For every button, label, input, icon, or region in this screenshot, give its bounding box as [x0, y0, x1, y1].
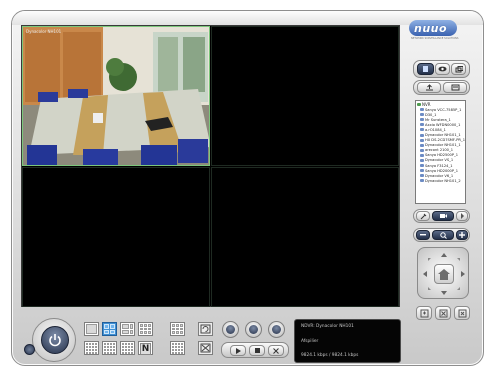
printer-icon [249, 325, 258, 334]
playback-bar [221, 342, 289, 358]
status-device: NDVR: Dynacolor NH101 [301, 324, 354, 329]
close-view-button[interactable] [198, 341, 213, 355]
record-dot-icon [226, 325, 235, 334]
camera-icon [420, 133, 424, 137]
stop-icon [254, 348, 260, 353]
video-cell-1[interactable]: Dynacolor NH101 [22, 26, 210, 166]
tree-item[interactable]: Dynacolor NH101_1 [420, 143, 465, 148]
camera-icon [420, 148, 424, 152]
magnifier-icon[interactable] [432, 230, 454, 240]
home-button[interactable] [434, 264, 454, 284]
layout-3x3-button[interactable] [138, 322, 153, 336]
home-icon [438, 268, 450, 280]
camera-icon [420, 138, 424, 142]
ptz-up-icon [441, 253, 447, 257]
camera-icon [420, 143, 424, 147]
camera-icon [420, 158, 424, 162]
record-icon[interactable] [432, 211, 454, 221]
print-button[interactable] [245, 321, 262, 338]
eye-icon[interactable] [435, 63, 450, 75]
play-icon [235, 347, 241, 354]
layout-2x2-button[interactable] [102, 322, 117, 336]
video-wall: Dynacolor NH101 [21, 25, 400, 307]
camera-icon [420, 123, 424, 127]
export-icon[interactable] [417, 82, 441, 93]
ptz-pad [417, 247, 469, 299]
minimize-button[interactable] [24, 344, 35, 355]
layout-4x4-button[interactable] [84, 341, 99, 355]
zoom-in-icon[interactable] [456, 230, 468, 240]
windows-icon[interactable] [451, 63, 466, 75]
camera-icon [420, 113, 424, 117]
camera-tree: NVR Sanyo VCC-7585P_1 D30_1 Mr Sunstera_… [415, 100, 466, 204]
import-icon[interactable] [443, 82, 467, 93]
zoom-out-icon[interactable] [416, 230, 430, 240]
video-cell-4[interactable] [211, 167, 399, 307]
tree-item[interactable]: Dynacolor NH101_2 [420, 178, 465, 183]
camera-icon [420, 153, 424, 157]
play-button[interactable] [230, 345, 246, 356]
camera-icon [420, 179, 424, 183]
close-view-icon [200, 343, 211, 353]
status-bitrate: 9824.1 kbps / 9824.1 kbps [301, 353, 359, 358]
wrench-icon[interactable] [416, 211, 430, 221]
ptz-right-icon [461, 271, 465, 277]
layout-6x6-button[interactable] [120, 341, 135, 355]
io-bar [413, 80, 470, 95]
server-icon [417, 103, 421, 106]
camera-feed-image [23, 27, 209, 165]
preset-2-button[interactable] [435, 306, 451, 320]
camera-icon [420, 128, 424, 132]
tree-item[interactable]: Dynacolor NH101_1 [420, 132, 465, 137]
layout-1-plus-7-button[interactable] [170, 322, 185, 336]
view-mode-bar [413, 60, 470, 78]
close-button[interactable] [268, 345, 284, 356]
ptz-down-icon [441, 291, 447, 295]
monitor-icon[interactable] [417, 63, 434, 75]
power-button[interactable] [41, 326, 69, 354]
tree-item[interactable]: HX DS-2CD7SMF-PR_1 [420, 138, 465, 143]
brand-tagline: NETWORK SURVEILLANCE SOLUTIONS [411, 37, 459, 40]
layout-1x1-button[interactable] [84, 322, 99, 336]
status-mode: Afspilier [301, 339, 319, 344]
stop-button[interactable] [249, 345, 265, 356]
camera-icon [420, 174, 424, 178]
tree-item[interactable]: Axxio WFDN0000_1 [420, 122, 465, 127]
tree-item[interactable]: Sanyo VCC-7585P_1 [420, 107, 465, 112]
close-icon [273, 347, 279, 354]
preset-3-button[interactable] [454, 306, 470, 320]
snapshot-button[interactable] [222, 321, 239, 338]
camera-icon [420, 169, 424, 173]
sequence-icon [200, 324, 211, 334]
brand-logo: nuuo NETWORK SURVEILLANCE SOLUTIONS [409, 20, 459, 40]
camera-icon [420, 164, 424, 168]
video-cell-2[interactable] [211, 26, 399, 166]
camera-icon [420, 118, 424, 122]
play-arrow-icon[interactable] [456, 211, 468, 221]
status-panel: NDVR: Dynacolor NH101 Afspilier 9824.1 k… [294, 319, 401, 363]
sequence-button[interactable] [198, 322, 213, 336]
layout-1-plus-3-button[interactable] [120, 322, 135, 336]
power-icon [49, 334, 61, 347]
layout-full-button[interactable] [170, 341, 185, 355]
tool-icon [272, 325, 281, 334]
camera-icon [420, 108, 424, 112]
video-cell-3[interactable] [22, 167, 210, 307]
tool-button[interactable] [268, 321, 285, 338]
preset-1-button[interactable] [416, 306, 432, 320]
layout-n-button[interactable]: N [138, 341, 153, 355]
ptz-left-icon [423, 271, 427, 277]
zoom-bar [413, 228, 470, 242]
tool-bar [413, 209, 470, 223]
camera-label: Dynacolor NH101 [26, 29, 62, 34]
layout-5x5-button[interactable] [102, 341, 117, 355]
